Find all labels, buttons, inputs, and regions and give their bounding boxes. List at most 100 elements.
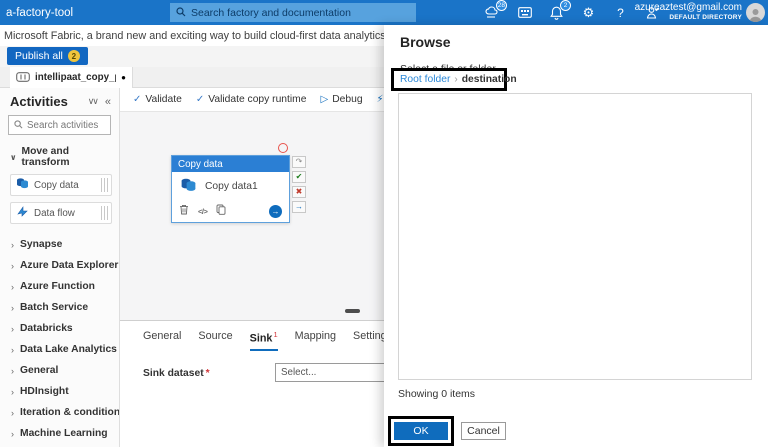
- group-azure-function[interactable]: › Azure Function: [0, 276, 119, 297]
- activity-node-body: Copy data1: [172, 172, 289, 201]
- notifications-badge: 2: [560, 0, 571, 11]
- group-move-and-transform[interactable]: ∨ Move and transform: [0, 141, 119, 174]
- success-connector-icon[interactable]: ✔: [292, 171, 306, 183]
- factory-title: a-factory-tool: [6, 6, 74, 19]
- debug-button[interactable]: ▷ Debug: [321, 94, 363, 105]
- clone-icon[interactable]: [216, 202, 226, 220]
- validate-copy-runtime-button[interactable]: ✓ Validate copy runtime: [196, 94, 307, 105]
- collapse-all-icon[interactable]: ∨∨: [88, 96, 99, 107]
- tab-settings[interactable]: Settings: [353, 330, 384, 351]
- activities-title: Activities: [10, 94, 68, 109]
- panel-resize-handle[interactable]: [345, 309, 360, 313]
- check-icon: ✓: [195, 94, 205, 105]
- group-databricks[interactable]: › Databricks: [0, 318, 119, 339]
- ok-highlight-box: OK: [388, 416, 454, 446]
- open-activity-icon[interactable]: →: [269, 204, 282, 218]
- failure-connector-icon[interactable]: ✖: [292, 186, 306, 198]
- search-icon: [14, 116, 23, 134]
- global-search-placeholder: Search factory and documentation: [191, 6, 351, 19]
- tab-pipeline[interactable]: intellipaat_copy_pi... ●: [10, 67, 133, 88]
- whats-new-icon[interactable]: 28: [485, 0, 507, 20]
- pipeline-canvas[interactable]: Copy data Copy data1 </> → ↷ ✔ ✖ →: [120, 112, 384, 320]
- editor-tab-bar: intellipaat_copy_pi... ●: [0, 67, 384, 88]
- activity-properties-panel: General Source Sink1 Mapping Settings Us…: [120, 320, 384, 447]
- drag-handle[interactable]: [101, 206, 108, 220]
- activity-copy-data[interactable]: Copy data: [10, 174, 112, 196]
- tab-source[interactable]: Source: [198, 330, 232, 351]
- activities-search-input[interactable]: Search activities: [8, 115, 111, 135]
- breadcrumb-highlight-box: Root folder › destination: [391, 68, 517, 91]
- code-icon[interactable]: </>: [198, 207, 208, 216]
- avatar[interactable]: [746, 3, 765, 22]
- cancel-button[interactable]: Cancel: [461, 422, 506, 440]
- group-general[interactable]: › General: [0, 360, 119, 381]
- tab-mapping[interactable]: Mapping: [295, 330, 336, 351]
- activity-name: Copy data1: [205, 181, 258, 192]
- required-asterisk: *: [205, 367, 210, 379]
- completion-connector-icon[interactable]: →: [292, 201, 306, 213]
- whats-new-badge: 28: [495, 0, 507, 11]
- activity-node-actions: </> →: [172, 201, 289, 221]
- search-icon: [176, 4, 186, 22]
- pipeline-editor: ✓ Validate ✓ Validate copy runtime ▷ Deb…: [120, 88, 384, 447]
- group-synapse[interactable]: › Synapse: [0, 234, 119, 255]
- chevron-down-icon: ∨: [10, 152, 17, 162]
- account-email: azureaztest@gmail.com: [634, 2, 742, 13]
- check-icon: ✓: [133, 94, 142, 105]
- tab-pipeline-label: intellipaat_copy_pi...: [35, 72, 116, 83]
- copy-data-activity-node[interactable]: Copy data Copy data1 </> →: [171, 155, 290, 223]
- copy-data-icon: [16, 176, 29, 194]
- publish-all-button[interactable]: Publish all 2: [7, 47, 88, 65]
- data-flow-icon: [16, 204, 29, 222]
- browse-title: Browse: [400, 34, 451, 50]
- breadcrumb-separator: ›: [454, 74, 458, 85]
- sink-error-badge: 1: [273, 330, 278, 339]
- activities-search-placeholder: Search activities: [27, 119, 99, 131]
- top-bar: a-factory-tool Search factory and docume…: [0, 0, 768, 25]
- lightning-icon: ⚡: [376, 94, 384, 105]
- tab-general[interactable]: General: [143, 330, 181, 351]
- activity-output-connectors: ↷ ✔ ✖ →: [292, 156, 306, 213]
- global-search-input[interactable]: Search factory and documentation: [170, 3, 416, 22]
- sink-dataset-select[interactable]: Select...: [275, 363, 384, 382]
- delete-icon[interactable]: [179, 202, 189, 220]
- banner-text: Microsoft Fabric, a brand new and exciti…: [4, 29, 416, 42]
- help-icon[interactable]: ?: [613, 5, 628, 20]
- copy-data-icon: [180, 177, 197, 197]
- activities-panel: Activities ∨∨ « Search activities ∨ Move…: [0, 88, 120, 447]
- add-trigger-button[interactable]: ⚡ Add tri: [377, 94, 384, 105]
- activities-tree: › Synapse › Azure Data Explorer › Azure Fun…: [0, 230, 119, 447]
- file-list[interactable]: [398, 93, 752, 380]
- group-machine-learning[interactable]: › Machine Learning: [0, 423, 119, 444]
- group-iteration-conditionals[interactable]: ›Iteration & conditionals: [0, 402, 119, 423]
- skipped-connector-icon[interactable]: ↷: [292, 156, 306, 168]
- group-hdinsight[interactable]: › HDInsight: [0, 381, 119, 402]
- activity-data-flow[interactable]: Data flow: [10, 202, 112, 224]
- unsaved-dot-icon: ●: [121, 72, 126, 82]
- drag-handle[interactable]: [101, 178, 108, 192]
- breadcrumb-root-link[interactable]: Root folder: [400, 74, 450, 85]
- breadcrumb-current: destination: [461, 74, 517, 85]
- account-info[interactable]: azureaztest@gmail.com DEFAULT DIRECTORY: [635, 2, 742, 21]
- validate-button[interactable]: ✓ Validate: [133, 94, 182, 105]
- group-azure-data-explorer[interactable]: › Azure Data Explorer: [0, 255, 119, 276]
- group-batch-service[interactable]: › Batch Service: [0, 297, 119, 318]
- breakpoint-circle-icon[interactable]: [278, 143, 288, 153]
- play-icon: ▷: [320, 94, 329, 105]
- activity-node-header[interactable]: Copy data: [172, 156, 289, 172]
- account-directory: DEFAULT DIRECTORY: [669, 13, 742, 21]
- properties-tabs: General Source Sink1 Mapping Settings Us…: [120, 321, 384, 351]
- settings-gear-icon[interactable]: ⚙: [581, 5, 596, 20]
- keyboard-shortcuts-icon[interactable]: [517, 5, 532, 20]
- browse-panel: Browse Select a file or folder. Root fol…: [384, 25, 768, 447]
- ok-button[interactable]: OK: [394, 422, 448, 440]
- group-data-lake-analytics[interactable]: › Data Lake Analytics: [0, 339, 119, 360]
- notifications-bell-icon[interactable]: 2: [549, 0, 571, 20]
- item-count-status: Showing 0 items: [398, 388, 476, 400]
- collapse-panel-icon[interactable]: «: [105, 96, 111, 108]
- adf-studio-window: a-factory-tool Search factory and docume…: [0, 0, 768, 447]
- activities-header: Activities ∨∨ «: [0, 88, 119, 113]
- publish-pending-badge: 2: [67, 50, 80, 62]
- tab-sink[interactable]: Sink1: [249, 330, 278, 351]
- canvas-toolbar: ✓ Validate ✓ Validate copy runtime ▷ Deb…: [120, 88, 384, 112]
